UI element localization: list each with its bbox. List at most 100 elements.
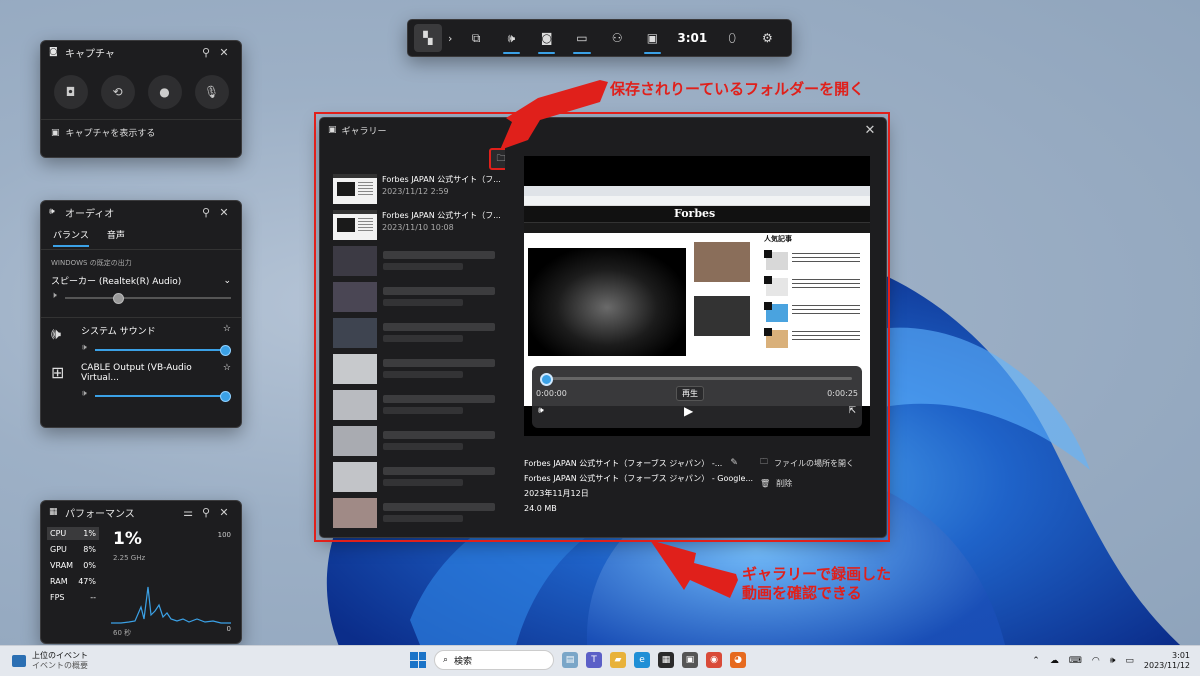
cloud-icon[interactable]: ☁ — [1050, 656, 1059, 666]
pin-icon[interactable]: ⚲ — [197, 206, 215, 219]
fullscreen-button[interactable]: ⇱ — [848, 406, 856, 416]
speaker-icon: 🕪 — [51, 324, 62, 343]
widget-button-gallery[interactable]: ▣ — [635, 24, 670, 54]
metric-gpu[interactable]: GPU 8% — [47, 543, 99, 556]
graph-duration-label: 60 秒 — [113, 629, 132, 637]
task-view-icon[interactable]: ▤ — [562, 652, 578, 668]
list-item[interactable] — [333, 354, 503, 386]
list-item[interactable] — [333, 246, 503, 278]
device-volume-slider[interactable]: 🕨 — [51, 291, 231, 305]
current-time: 0:00:00 — [536, 389, 567, 398]
blurred-thumbnail — [333, 426, 377, 456]
metric-fps[interactable]: FPS -- — [47, 591, 99, 604]
app-volume-slider[interactable]: 🕩 — [81, 389, 231, 403]
seek-bar[interactable] — [542, 377, 852, 380]
battery-icon[interactable]: ▭ — [1125, 656, 1134, 666]
slider-thumb[interactable] — [220, 345, 231, 356]
start-button[interactable] — [410, 652, 426, 668]
play-button[interactable]: ▶ — [684, 404, 693, 418]
list-item[interactable]: Forbes JAPAN 公式サイト（フ... 2023/11/12 2:59 — [333, 174, 503, 206]
widget-button-capture[interactable]: ⧉ — [459, 24, 494, 52]
app-volume-slider[interactable]: 🕩 — [81, 343, 231, 357]
widget-button-social[interactable]: ⚇ — [600, 24, 635, 52]
capture-widget: ◙ キャプチャ ⚲ ✕ ◘ ⟲ ● 🎙 ▣ キャプチャを表示する — [40, 40, 242, 158]
record-icon: ● — [159, 85, 170, 99]
start-recording-button[interactable]: ● — [147, 75, 182, 109]
widget-button-audio[interactable]: 🕪 — [494, 24, 529, 54]
capture-name: Forbes JAPAN 公式サイト（フォーブス ジャパン） -... — [524, 459, 723, 468]
output-device-select[interactable]: スピーカー (Realtek(R) Audio) ⌄ — [41, 270, 241, 291]
slider-thumb[interactable] — [220, 391, 231, 402]
pin-icon[interactable]: ⚲ — [197, 46, 215, 59]
edge-icon[interactable]: e — [634, 652, 650, 668]
expand-button[interactable]: › — [442, 24, 459, 52]
options-icon[interactable]: ⚌ — [179, 506, 197, 519]
list-item[interactable] — [333, 318, 503, 350]
teams-icon[interactable]: T — [586, 652, 602, 668]
close-icon[interactable]: ✕ — [215, 46, 233, 59]
folder-icon: 🗀 — [496, 154, 505, 164]
slider-thumb[interactable] — [113, 293, 124, 304]
app-icon[interactable]: ▣ — [682, 652, 698, 668]
search-box[interactable]: ⌕ 検索 — [434, 650, 554, 670]
volume-icon[interactable]: 🕪 — [1110, 656, 1116, 666]
wifi-icon[interactable]: ◠ — [1092, 656, 1100, 666]
default-output-label: WINDOWS の既定の出力 — [51, 259, 132, 267]
mouse-button[interactable]: ⬯ — [715, 24, 750, 52]
firefox-icon[interactable]: ◕ — [730, 652, 746, 668]
rename-button[interactable]: ✎ — [730, 456, 738, 471]
play-tooltip: 再生 — [676, 386, 704, 401]
favorite-icon[interactable]: ☆ — [223, 324, 231, 337]
file-explorer-icon[interactable]: ▰ — [610, 652, 626, 668]
graph-min-label: 0 — [226, 625, 231, 633]
seek-thumb[interactable] — [540, 373, 553, 386]
close-icon[interactable]: ✕ — [215, 506, 233, 519]
list-item[interactable] — [333, 282, 503, 314]
forbes-logo: Forbes — [674, 207, 716, 220]
blurred-thumbnail — [333, 462, 377, 492]
pin-icon[interactable]: ⚲ — [197, 506, 215, 519]
delete-button[interactable]: 🗑 削除 — [760, 478, 854, 489]
close-icon[interactable]: ✕ — [862, 123, 878, 138]
list-item[interactable] — [333, 498, 503, 530]
list-item[interactable] — [333, 390, 503, 422]
list-item[interactable]: Forbes JAPAN 公式サイト（フ... 2023/11/10 10:08 — [333, 210, 503, 242]
capture-list: 🗀 Forbes JAPAN 公式サイト（フ... 2023/11/12 2:5… — [331, 144, 505, 531]
list-item[interactable] — [333, 426, 503, 458]
performance-title: パフォーマンス — [65, 508, 135, 520]
record-last-button[interactable]: ⟲ — [100, 75, 135, 109]
metric-vram[interactable]: VRAM 0% — [47, 559, 99, 572]
settings-button[interactable]: ⚙ — [750, 24, 785, 52]
metric-ram[interactable]: RAM 47% — [47, 575, 99, 588]
video-preview[interactable]: Forbes 人気記事 0:00:00 再生 0:00:25 🕪 ▶ ⇱ — [524, 156, 870, 436]
screenshot-button[interactable]: ◘ — [53, 75, 88, 109]
chrome-icon[interactable]: ◉ — [706, 652, 722, 668]
chevron-up-icon[interactable]: ⌃ — [1032, 656, 1040, 666]
blurred-thumbnail — [333, 498, 377, 528]
favorite-icon[interactable]: ☆ — [223, 363, 231, 383]
speaker-icon: 🕪 — [538, 406, 544, 416]
list-item[interactable] — [333, 462, 503, 494]
open-file-location-button[interactable]: 🗀 ファイルの場所を開く — [760, 456, 854, 470]
close-icon[interactable]: ✕ — [215, 206, 233, 219]
show-captures-link[interactable]: ▣ キャプチャを表示する — [41, 120, 241, 145]
search-icon: ⌕ — [443, 655, 449, 665]
open-folder-button[interactable]: 🗀 — [489, 148, 505, 170]
metric-cpu[interactable]: CPU 1% — [47, 527, 99, 540]
mic-toggle-button[interactable]: 🎙 — [194, 75, 229, 109]
show-captures-label: キャプチャを表示する — [65, 129, 156, 139]
news-widget[interactable]: 上位のイベント イベントの概要 — [12, 651, 88, 671]
volume-button[interactable]: 🕪 — [538, 406, 544, 416]
widget-menu-button[interactable]: ▚ — [414, 24, 442, 52]
store-icon[interactable]: ▦ — [658, 652, 674, 668]
capture-date: 2023/11/10 10:08 — [382, 223, 454, 232]
system-clock[interactable]: 3:01 2023/11/12 — [1144, 651, 1190, 671]
news-icon — [12, 655, 26, 667]
tab-voice[interactable]: 音声 — [107, 225, 125, 247]
tab-balance[interactable]: バランス — [53, 225, 89, 247]
keyboard-icon[interactable]: ⌨ — [1069, 656, 1082, 666]
widget-button-capture-active[interactable]: ◙ — [529, 24, 564, 54]
speaker-icon: 🕪 — [507, 30, 516, 45]
widget-button-performance[interactable]: ▭ — [564, 24, 599, 54]
monitor-icon: ▭ — [576, 31, 588, 45]
